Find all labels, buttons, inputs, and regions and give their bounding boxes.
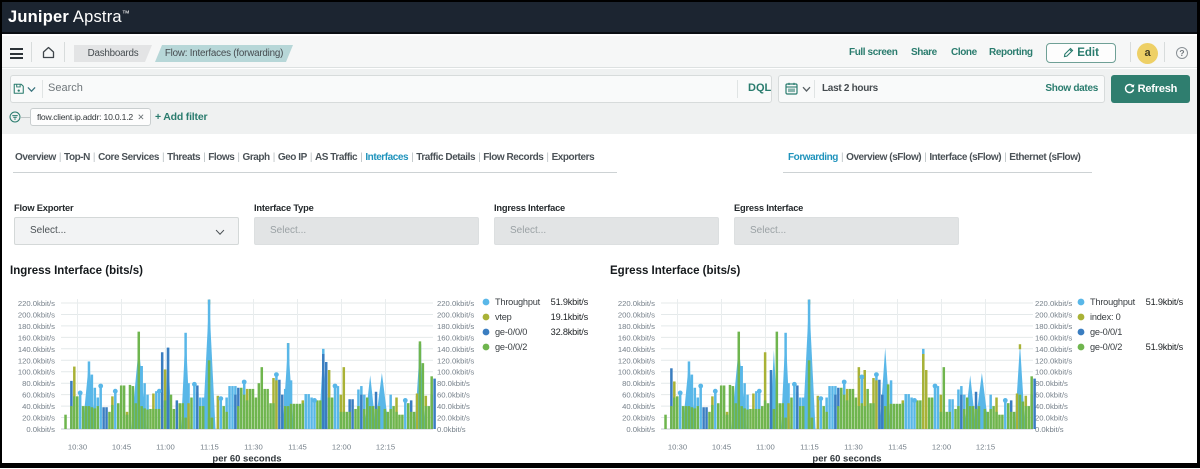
svg-text:per 60 seconds: per 60 seconds bbox=[212, 454, 281, 465]
svg-text:80.0kbit/s: 80.0kbit/s bbox=[622, 379, 655, 388]
svg-text:100.0kbit/s: 100.0kbit/s bbox=[618, 368, 655, 377]
svg-text:180.0kbit/s: 180.0kbit/s bbox=[437, 322, 474, 331]
svg-text:100.0kbit/s: 100.0kbit/s bbox=[437, 368, 474, 377]
svg-text:220.0kbit/s: 220.0kbit/s bbox=[437, 299, 474, 308]
svg-text:Ingress Interface (bits/s): Ingress Interface (bits/s) bbox=[10, 265, 143, 277]
svg-text:40.0kbit/s: 40.0kbit/s bbox=[22, 402, 55, 411]
svg-text:20.0kbit/s: 20.0kbit/s bbox=[22, 414, 55, 423]
svg-text:120.0kbit/s: 120.0kbit/s bbox=[1035, 356, 1072, 365]
svg-text:11:15: 11:15 bbox=[200, 443, 219, 452]
svg-text:51.9kbit/s: 51.9kbit/s bbox=[1146, 297, 1184, 307]
svg-text:51.9kbit/s: 51.9kbit/s bbox=[551, 297, 589, 307]
svg-text:80.0kbit/s: 80.0kbit/s bbox=[22, 379, 55, 388]
svg-text:40.0kbit/s: 40.0kbit/s bbox=[1035, 402, 1068, 411]
svg-text:40.0kbit/s: 40.0kbit/s bbox=[622, 402, 655, 411]
svg-text:20.0kbit/s: 20.0kbit/s bbox=[437, 414, 470, 423]
svg-text:160.0kbit/s: 160.0kbit/s bbox=[18, 333, 55, 342]
svg-text:180.0kbit/s: 180.0kbit/s bbox=[18, 322, 55, 331]
svg-text:vtep: vtep bbox=[495, 312, 512, 322]
svg-text:180.0kbit/s: 180.0kbit/s bbox=[618, 322, 655, 331]
svg-text:10:45: 10:45 bbox=[712, 443, 731, 452]
svg-text:200.0kbit/s: 200.0kbit/s bbox=[1035, 311, 1072, 320]
svg-text:12:00: 12:00 bbox=[332, 443, 351, 452]
svg-text:160.0kbit/s: 160.0kbit/s bbox=[1035, 333, 1072, 342]
svg-text:80.0kbit/s: 80.0kbit/s bbox=[437, 379, 470, 388]
svg-text:0.0kbit/s: 0.0kbit/s bbox=[26, 425, 55, 434]
svg-text:220.0kbit/s: 220.0kbit/s bbox=[618, 299, 655, 308]
svg-text:140.0kbit/s: 140.0kbit/s bbox=[618, 345, 655, 354]
svg-text:120.0kbit/s: 120.0kbit/s bbox=[18, 356, 55, 365]
svg-text:140.0kbit/s: 140.0kbit/s bbox=[1035, 345, 1072, 354]
svg-text:20.0kbit/s: 20.0kbit/s bbox=[1035, 414, 1068, 423]
svg-text:140.0kbit/s: 140.0kbit/s bbox=[18, 345, 55, 354]
svg-text:32.8kbit/s: 32.8kbit/s bbox=[551, 327, 589, 337]
svg-text:10:45: 10:45 bbox=[112, 443, 131, 452]
svg-text:19.1kbit/s: 19.1kbit/s bbox=[551, 312, 589, 322]
svg-text:100.0kbit/s: 100.0kbit/s bbox=[1035, 368, 1072, 377]
svg-text:10:30: 10:30 bbox=[668, 443, 687, 452]
svg-text:200.0kbit/s: 200.0kbit/s bbox=[618, 311, 655, 320]
svg-text:index: 0: index: 0 bbox=[1090, 312, 1121, 322]
svg-text:11:15: 11:15 bbox=[800, 443, 819, 452]
svg-text:160.0kbit/s: 160.0kbit/s bbox=[618, 333, 655, 342]
svg-text:11:45: 11:45 bbox=[288, 443, 307, 452]
svg-text:0.0kbit/s: 0.0kbit/s bbox=[1035, 425, 1064, 434]
svg-text:140.0kbit/s: 140.0kbit/s bbox=[437, 345, 474, 354]
svg-text:220.0kbit/s: 220.0kbit/s bbox=[1035, 299, 1072, 308]
svg-text:40.0kbit/s: 40.0kbit/s bbox=[437, 402, 470, 411]
svg-text:80.0kbit/s: 80.0kbit/s bbox=[1035, 379, 1068, 388]
svg-text:220.0kbit/s: 220.0kbit/s bbox=[18, 299, 55, 308]
svg-text:200.0kbit/s: 200.0kbit/s bbox=[18, 311, 55, 320]
svg-text:60.0kbit/s: 60.0kbit/s bbox=[22, 391, 55, 400]
svg-text:11:45: 11:45 bbox=[888, 443, 907, 452]
svg-text:10:30: 10:30 bbox=[68, 443, 87, 452]
svg-text:11:00: 11:00 bbox=[156, 443, 175, 452]
svg-text:120.0kbit/s: 120.0kbit/s bbox=[437, 356, 474, 365]
svg-text:60.0kbit/s: 60.0kbit/s bbox=[437, 391, 470, 400]
svg-text:ge-0/0/1: ge-0/0/1 bbox=[1090, 327, 1122, 337]
svg-text:51.9kbit/s: 51.9kbit/s bbox=[1146, 342, 1184, 352]
svg-text:12:00: 12:00 bbox=[932, 443, 951, 452]
svg-text:180.0kbit/s: 180.0kbit/s bbox=[1035, 322, 1072, 331]
svg-text:0.0kbit/s: 0.0kbit/s bbox=[437, 425, 466, 434]
svg-text:11:30: 11:30 bbox=[244, 443, 263, 452]
svg-text:20.0kbit/s: 20.0kbit/s bbox=[622, 414, 655, 423]
svg-text:60.0kbit/s: 60.0kbit/s bbox=[1035, 391, 1068, 400]
svg-text:ge-0/0/2: ge-0/0/2 bbox=[495, 342, 527, 352]
svg-text:200.0kbit/s: 200.0kbit/s bbox=[437, 311, 474, 320]
svg-text:ge-0/0/2: ge-0/0/2 bbox=[1090, 342, 1122, 352]
svg-text:100.0kbit/s: 100.0kbit/s bbox=[18, 368, 55, 377]
svg-text:Throughput: Throughput bbox=[1090, 297, 1136, 307]
svg-text:ge-0/0/0: ge-0/0/0 bbox=[495, 327, 527, 337]
svg-text:0.0kbit/s: 0.0kbit/s bbox=[626, 425, 655, 434]
svg-text:12:15: 12:15 bbox=[976, 443, 995, 452]
svg-text:Egress Interface (bits/s): Egress Interface (bits/s) bbox=[610, 265, 741, 277]
svg-text:11:00: 11:00 bbox=[756, 443, 775, 452]
svg-text:12:15: 12:15 bbox=[376, 443, 395, 452]
svg-text:120.0kbit/s: 120.0kbit/s bbox=[618, 356, 655, 365]
svg-text:11:30: 11:30 bbox=[844, 443, 863, 452]
svg-text:60.0kbit/s: 60.0kbit/s bbox=[622, 391, 655, 400]
svg-text:160.0kbit/s: 160.0kbit/s bbox=[437, 333, 474, 342]
svg-text:Throughput: Throughput bbox=[495, 297, 541, 307]
svg-text:per 60 seconds: per 60 seconds bbox=[812, 454, 881, 465]
